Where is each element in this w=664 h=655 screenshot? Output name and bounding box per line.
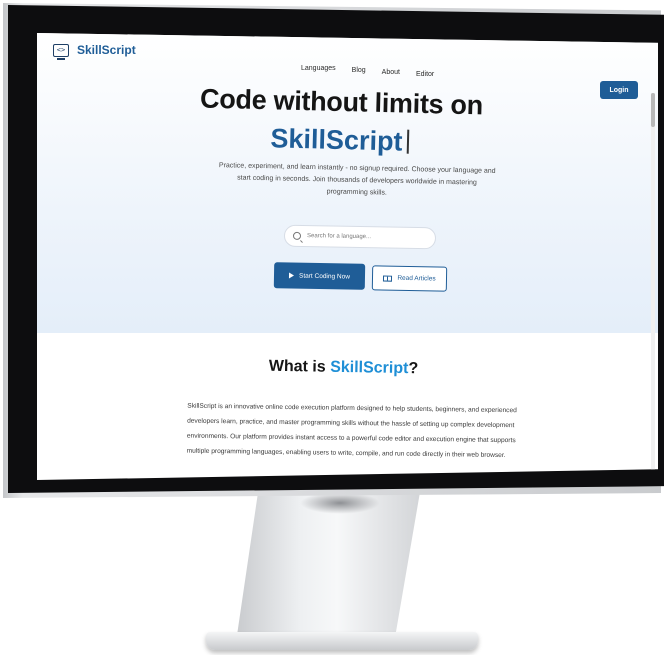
start-coding-label: Start Coding Now [298,272,351,281]
hero-brand-text: SkillScript [270,123,403,157]
browser-screen: <> SkillScript Languages Blog About Edit… [37,33,658,480]
monitor-stand-base [206,632,478,650]
about-heading-brand: SkillScript [330,358,409,378]
about-paragraph: SkillScript is an innovative online code… [186,402,517,460]
main-nav: Languages Blog About Editor [301,65,434,78]
typing-cursor [406,129,409,154]
read-articles-label: Read Articles [397,274,436,283]
site-logo[interactable]: <> SkillScript [53,43,136,60]
language-search-input[interactable]: Search for a language... [283,224,437,250]
monitor-code-icon: <> [53,43,69,60]
about-heading-prefix: What is [268,357,331,376]
about-heading-suffix: ? [408,360,419,378]
play-icon [288,272,295,279]
nav-languages[interactable]: Languages [301,65,336,78]
hero-description: Practice, experiment, and learn instantl… [218,162,496,197]
brand-name: SkillScript [77,43,136,57]
start-coding-button[interactable]: Start Coding Now [273,262,366,290]
nav-editor[interactable]: Editor [416,71,434,78]
monitor-stand-neck [236,492,420,642]
read-articles-button[interactable]: Read Articles [371,265,448,292]
about-heading: What is SkillScript? [37,354,654,383]
scrollbar-track[interactable] [651,93,655,473]
nav-about[interactable]: About [382,69,400,78]
book-icon [383,275,393,282]
search-placeholder: Search for a language... [306,233,372,241]
search-icon [292,231,302,240]
nav-blog[interactable]: Blog [352,67,366,78]
